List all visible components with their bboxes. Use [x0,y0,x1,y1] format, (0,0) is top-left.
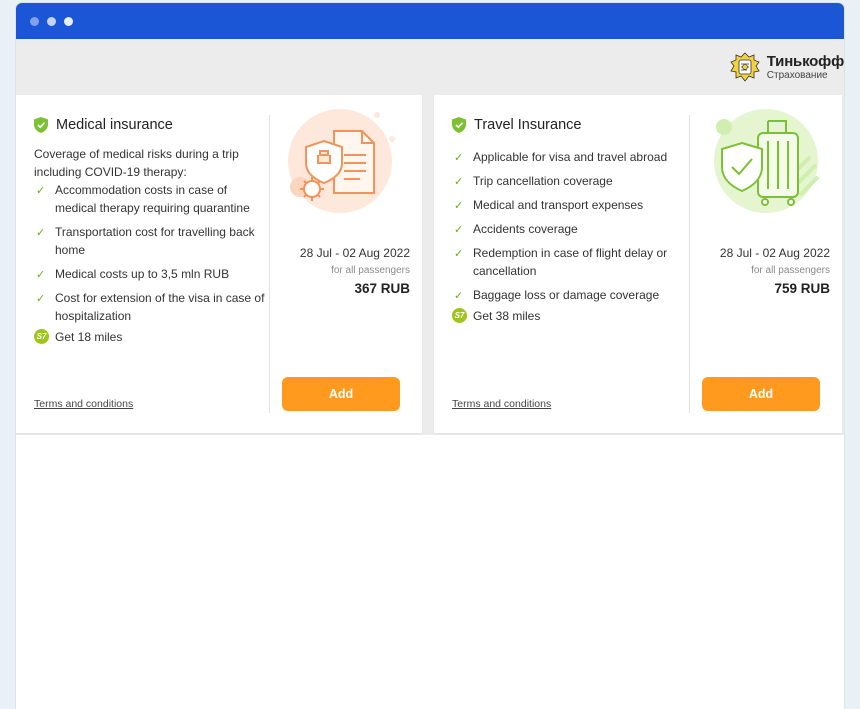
passengers-note: for all passengers [331,265,410,276]
list-item: ✓ Cost for extension of the visa in case … [34,289,266,325]
list-item-label: Accidents coverage [473,222,578,236]
check-icon: ✓ [36,293,46,305]
brand-header: Тинькофф Страхование [16,39,844,95]
list-item: ✓ Medical and transport expenses [452,196,684,214]
brand-name: Тинькофф [766,52,844,70]
passengers-note: for all passengers [751,265,830,276]
shield-icon [452,117,466,133]
check-icon: ✓ [454,248,464,260]
list-item: ✓ Trip cancellation coverage [452,172,684,190]
list-item-label: Redemption in case of flight delay or ca… [473,246,668,278]
trip-dates: 28 Jul - 02 Aug 2022 [299,246,410,260]
list-item-label: Trip cancellation coverage [473,174,613,188]
lion-crest-icon [730,52,760,82]
card-details: Medical insurance Coverage of medical ri… [34,95,266,344]
check-icon: ✓ [36,269,46,281]
list-item: ✓ Transportation cost for travelling back… [34,223,266,259]
check-icon: ✓ [36,185,46,197]
check-icon: ✓ [454,200,464,212]
list-item-label: Applicable for visa and travel abroad [473,150,668,164]
window-minimize-dot[interactable] [47,16,56,26]
check-icon: ✓ [454,224,464,236]
card-divider [689,115,690,413]
brand-subtitle: Страхование [766,69,828,81]
shield-icon [34,117,48,133]
trip-dates: 28 Jul - 02 Aug 2022 [719,246,830,260]
list-item-label: Medical and transport expenses [473,198,644,212]
s7-badge-icon: S7 [34,329,49,344]
window-maximize-dot[interactable] [64,16,73,26]
list-item-label: Accommodation costs in case of medical t… [55,183,250,215]
card-title: Medical insurance [56,117,173,133]
offers-area: Medical insurance Coverage of medical ri… [16,95,844,435]
coverage-list: ✓ Applicable for visa and travel abroad ✓… [452,148,684,304]
s7-badge-icon: S7 [452,308,467,323]
check-icon: ✓ [454,290,464,302]
medical-insurance-card: Medical insurance Coverage of medical ri… [16,95,422,433]
coverage-list: ✓ Accommodation costs in case of medical … [34,181,266,325]
check-icon: ✓ [454,176,464,188]
window-titlebar [16,3,844,39]
add-button[interactable]: Add [282,377,400,411]
list-item-label: Cost for extension of the visa in case o… [55,291,265,323]
list-item: ✓ Accidents coverage [452,220,684,238]
list-item-label: Medical costs up to 3,5 mln RUB [55,267,230,281]
travel-insurance-card: Travel Insurance ✓ Applicable for visa an… [434,95,842,433]
window-close-dot[interactable] [30,16,39,26]
price: 759 RUB [774,281,830,296]
terms-link[interactable]: Terms and conditions [452,398,551,410]
medical-document-shield-icon [288,109,395,213]
list-item: ✓ Accommodation costs in case of medical … [34,181,266,217]
brand-logo: Тинькофф Страхование [727,51,844,83]
miles-label: Get 18 miles [55,329,123,344]
terms-link[interactable]: Terms and conditions [34,398,133,410]
browser-window: Тинькофф Страхование Medical insurance C… [16,3,844,709]
card-divider [269,115,270,413]
list-item-label: Baggage loss or damage coverage [473,288,660,302]
miles-label: Get 38 miles [473,308,541,323]
price: 367 RUB [354,281,410,296]
list-item: ✓ Redemption in case of flight delay or c… [452,244,684,280]
list-item: ✓ Medical costs up to 3,5 mln RUB [34,265,266,283]
list-item-label: Transportation cost for travelling back … [55,225,255,257]
check-icon: ✓ [36,227,46,239]
card-title: Travel Insurance [474,117,582,133]
miles-bonus: S7 Get 18 miles [34,329,266,344]
list-item: ✓ Baggage loss or damage coverage [452,286,684,304]
miles-bonus: S7 Get 38 miles [452,308,684,323]
add-button[interactable]: Add [702,377,820,411]
card-details: Travel Insurance ✓ Applicable for visa an… [452,95,684,323]
card-description: Coverage of medical risks during a trip … [34,147,239,179]
luggage-shield-icon [714,109,820,213]
check-icon: ✓ [454,152,464,164]
list-item: ✓ Applicable for visa and travel abroad [452,148,684,166]
